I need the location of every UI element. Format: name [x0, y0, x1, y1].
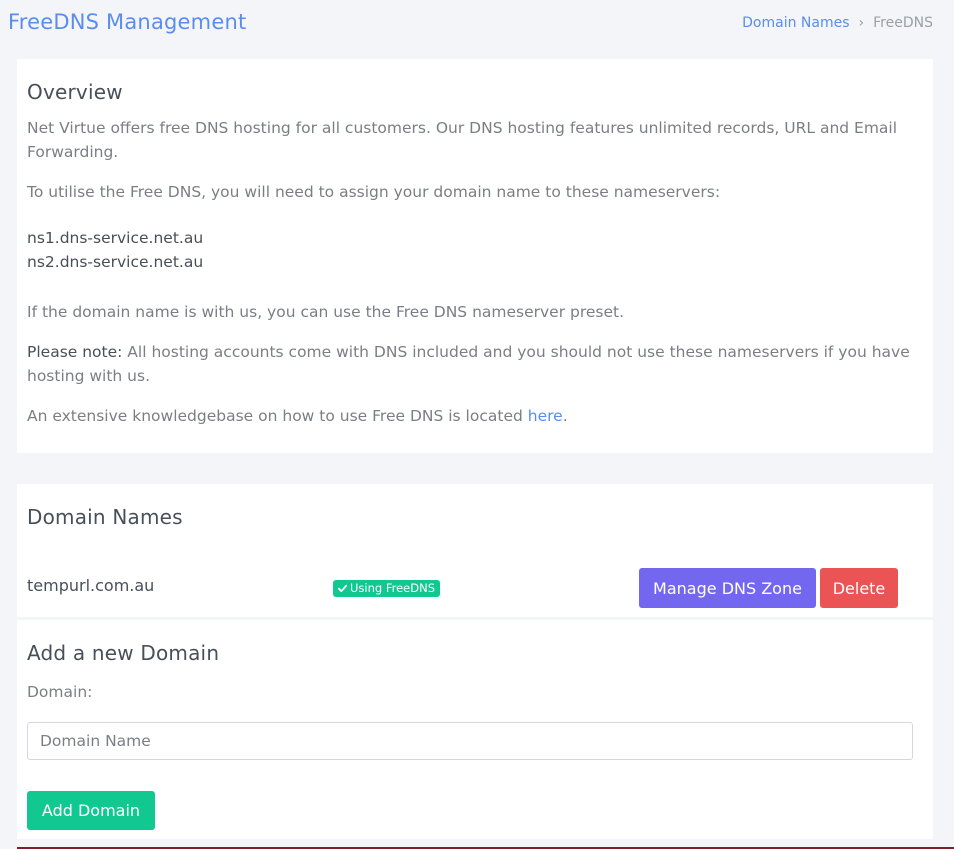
nameserver-item: ns2.dns-service.net.au: [27, 253, 204, 271]
overview-preset-text: If the domain name is with us, you can u…: [27, 303, 625, 321]
status-badge-label: Using FreeDNS: [350, 581, 436, 595]
delete-button[interactable]: Delete: [820, 568, 898, 608]
kb-text: An extensive knowledgebase on how to use…: [27, 407, 528, 425]
overview-kb-text: An extensive knowledgebase on how to use…: [27, 404, 923, 428]
domain-name-input[interactable]: [27, 722, 913, 760]
note-text: All hosting accounts come with DNS inclu…: [27, 343, 910, 385]
page: FreeDNS Management Domain Names › FreeDN…: [0, 0, 954, 849]
domain-names-title: Domain Names: [27, 505, 183, 529]
add-domain-card: Add a new Domain Domain: Add Domain: [17, 620, 933, 839]
status-badge: Using FreeDNS: [333, 580, 441, 597]
domain-names-card: Domain Names tempurl.com.au Using FreeDN…: [17, 484, 933, 617]
page-title: FreeDNS Management: [8, 10, 247, 34]
add-domain-button[interactable]: Add Domain: [27, 791, 155, 830]
note-label: Please note:: [27, 343, 123, 361]
breadcrumb-separator-icon: ›: [858, 15, 865, 31]
check-icon: [338, 584, 347, 593]
table-row: tempurl.com.au Using FreeDNS Manage DNS …: [17, 568, 933, 608]
kb-end: .: [562, 407, 568, 425]
kb-link[interactable]: here: [528, 407, 563, 425]
manage-dns-zone-button[interactable]: Manage DNS Zone: [639, 568, 816, 608]
breadcrumb: Domain Names › FreeDNS: [742, 15, 933, 31]
page-header: FreeDNS Management Domain Names › FreeDN…: [0, 0, 954, 48]
overview-assign-text: To utilise the Free DNS, you will need t…: [27, 183, 721, 201]
overview-title: Overview: [27, 80, 123, 104]
domain-name: tempurl.com.au: [27, 576, 155, 595]
breadcrumb-link-domain-names[interactable]: Domain Names: [742, 15, 849, 31]
nameserver-list: ns1.dns-service.net.au ns2.dns-service.n…: [27, 226, 923, 274]
overview-card: Overview Net Virtue offers free DNS host…: [17, 59, 933, 453]
breadcrumb-current: FreeDNS: [873, 15, 933, 31]
overview-intro: Net Virtue offers free DNS hosting for a…: [27, 119, 898, 161]
domain-label: Domain:: [27, 683, 93, 701]
nameserver-item: ns1.dns-service.net.au: [27, 229, 204, 247]
overview-note: Please note: All hosting accounts come w…: [27, 340, 923, 388]
add-domain-title: Add a new Domain: [27, 641, 220, 665]
